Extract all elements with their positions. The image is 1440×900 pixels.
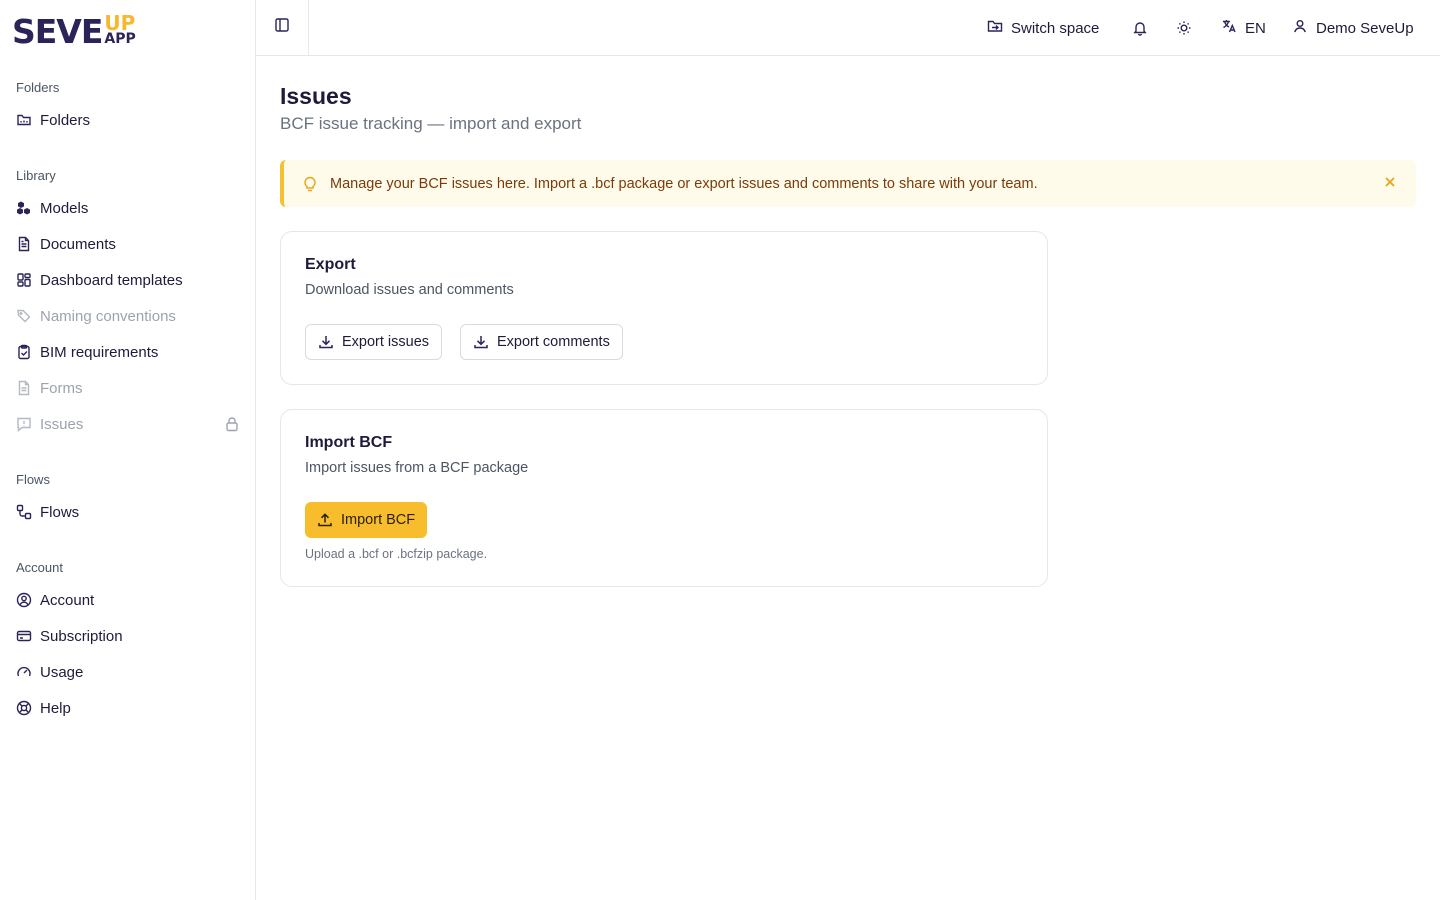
sidebar-item-label: Dashboard templates <box>40 271 183 289</box>
export-issues-label: Export issues <box>342 334 430 350</box>
export-issues-button[interactable]: Export issues <box>305 324 443 360</box>
tags-icon <box>16 308 32 324</box>
life-buoy-icon <box>16 700 32 716</box>
sun-icon <box>1176 20 1192 36</box>
sidebar-item-label: Folders <box>40 111 91 129</box>
panel-left-icon <box>274 17 290 38</box>
alert-message: Manage your BCF issues here. Import a .b… <box>330 175 1038 192</box>
sidebar-item-forms[interactable]: Forms <box>8 372 248 404</box>
import-bcf-button[interactable]: Import BCF <box>305 502 428 538</box>
section-label-folders: Folders <box>16 80 60 95</box>
sidebar-item-bim-requirements[interactable]: BIM requirements <box>8 336 248 368</box>
user-menu-button[interactable]: Demo SeveUp <box>1292 14 1414 42</box>
sidebar-item-label: Issues <box>40 415 84 433</box>
folder-switch-icon <box>987 18 1011 38</box>
section-label-library: Library <box>16 168 56 183</box>
sidebar-item-folders[interactable]: Folders <box>8 104 248 136</box>
workflow-icon <box>16 504 32 520</box>
credit-card-icon <box>16 628 32 644</box>
brand-logo[interactable]: SEVE UP APP <box>12 11 136 51</box>
export-card: Export Download issues and comments Expo… <box>280 231 1048 385</box>
sidebar-item-label: Naming conventions <box>40 307 176 325</box>
top-header: Switch space EN Demo SeveUp <box>256 0 1440 56</box>
download-icon <box>473 334 497 350</box>
download-icon <box>318 334 342 350</box>
sidebar-item-dashboard-templates[interactable]: Dashboard templates <box>8 264 248 296</box>
language-button[interactable]: EN <box>1221 14 1266 42</box>
brand-logo-app: APP <box>104 31 136 47</box>
sidebar-item-account[interactable]: Account <box>8 584 248 616</box>
sidebar-item-label: Documents <box>40 235 116 253</box>
sidebar-item-usage[interactable]: Usage <box>8 656 248 688</box>
user-circle-icon <box>16 592 32 608</box>
notifications-button[interactable] <box>1132 14 1148 42</box>
export-comments-button[interactable]: Export comments <box>460 324 623 360</box>
import-card: Import BCF Import issues from a BCF pack… <box>280 409 1048 587</box>
sidebar-item-label: BIM requirements <box>40 343 159 361</box>
sidebar-item-models[interactable]: Models <box>8 192 248 224</box>
sidebar-item-label: Models <box>40 199 89 217</box>
theme-toggle-button[interactable] <box>1176 14 1192 42</box>
folder-icon <box>16 112 32 128</box>
switch-space-label: Switch space <box>1011 19 1100 37</box>
page-title: Issues <box>280 83 352 109</box>
import-card-title: Import BCF <box>305 434 393 451</box>
import-bcf-label: Import BCF <box>341 512 416 528</box>
sidebar-item-help[interactable]: Help <box>8 692 248 724</box>
user-name-label: Demo SeveUp <box>1316 19 1414 37</box>
sidebar: SEVE UP APP Folders Folders Library Mode… <box>0 0 256 900</box>
export-card-title: Export <box>305 256 356 273</box>
translate-icon <box>1221 18 1245 38</box>
document-icon <box>16 236 32 252</box>
export-card-description: Download issues and comments <box>305 282 514 298</box>
boxes-icon <box>16 200 32 216</box>
sidebar-item-label: Help <box>40 699 71 717</box>
sidebar-item-label: Account <box>40 591 95 609</box>
lightbulb-icon <box>302 175 318 193</box>
page-subtitle: BCF issue tracking — import and export <box>280 114 582 133</box>
clipboard-check-icon <box>16 344 32 360</box>
sidebar-toggle-button[interactable] <box>256 0 309 55</box>
file-text-icon <box>16 380 32 396</box>
user-icon <box>1292 18 1316 38</box>
section-label-flows: Flows <box>16 472 50 487</box>
gauge-icon <box>16 664 32 680</box>
sidebar-item-label: Forms <box>40 379 83 397</box>
sidebar-item-naming-conventions[interactable]: Naming conventions <box>8 300 248 332</box>
section-label-account: Account <box>16 560 63 575</box>
bell-icon <box>1132 20 1148 36</box>
sidebar-item-issues[interactable]: Issues <box>8 408 248 440</box>
lock-icon <box>224 416 240 436</box>
layout-dashboard-icon <box>16 272 32 288</box>
sidebar-item-documents[interactable]: Documents <box>8 228 248 260</box>
sidebar-item-subscription[interactable]: Subscription <box>8 620 248 652</box>
close-icon[interactable] <box>1382 174 1398 190</box>
brand-logo-up: UP <box>104 11 136 35</box>
sidebar-item-label: Usage <box>40 663 84 681</box>
message-alert-icon <box>16 416 32 432</box>
import-card-description: Import issues from a BCF package <box>305 460 529 476</box>
sidebar-item-label: Subscription <box>40 627 123 645</box>
sidebar-item-flows[interactable]: Flows <box>8 496 248 528</box>
import-hint: Upload a .bcf or .bcfzip package. <box>305 547 488 561</box>
export-comments-label: Export comments <box>497 334 610 350</box>
brand-logo-main: SEVE <box>12 12 103 51</box>
info-alert: Manage your BCF issues here. Import a .b… <box>280 160 1416 207</box>
upload-icon <box>317 512 341 528</box>
sidebar-item-label: Flows <box>40 503 80 521</box>
switch-space-button[interactable]: Switch space <box>987 14 1099 42</box>
language-label: EN <box>1245 19 1266 37</box>
